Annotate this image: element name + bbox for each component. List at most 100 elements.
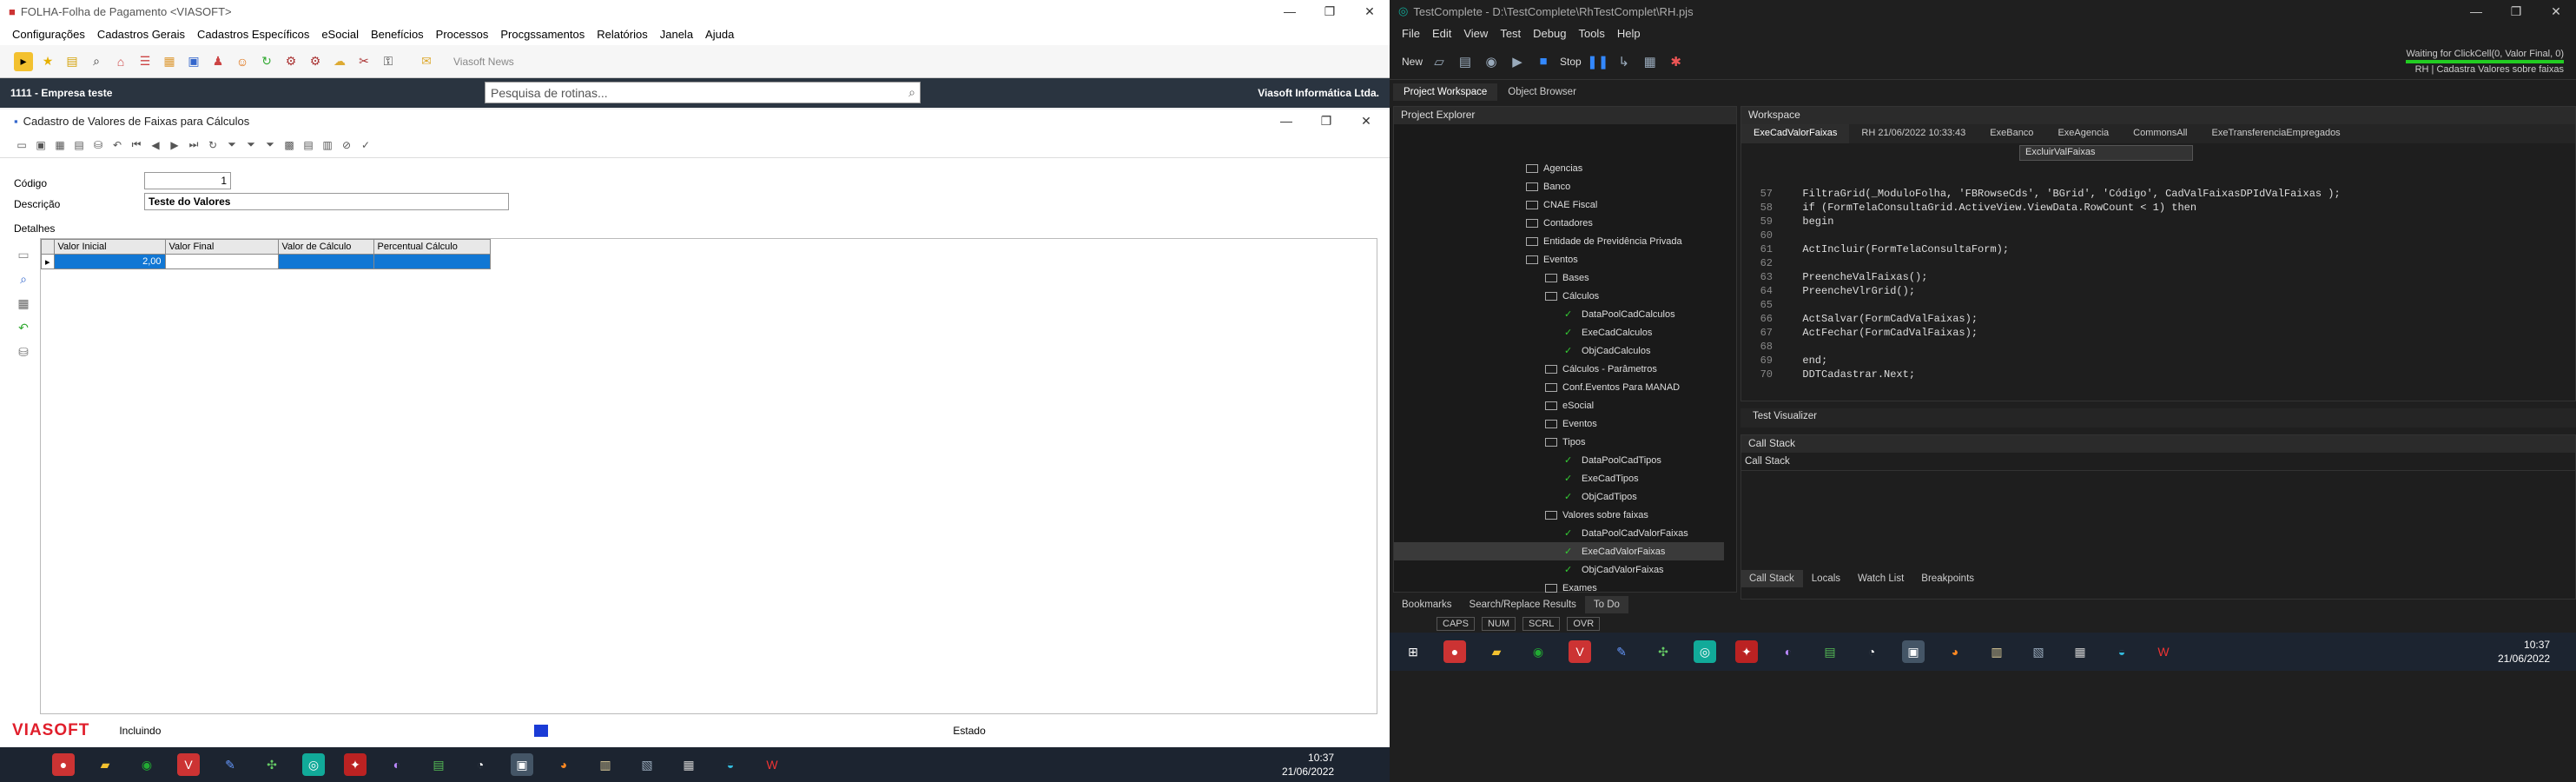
tree-node[interactable]: Contadores bbox=[1394, 214, 1724, 232]
star-icon[interactable]: ★ bbox=[38, 52, 57, 71]
chrome-icon[interactable]: ● bbox=[1443, 640, 1466, 663]
monitor-icon[interactable]: ▥ bbox=[594, 753, 617, 776]
editor-tab[interactable]: CommonsAll bbox=[2121, 124, 2199, 143]
cell-valor-final[interactable] bbox=[164, 254, 279, 269]
menu-item[interactable]: Cadastros Específicos bbox=[197, 28, 309, 41]
col-valor-calculo[interactable]: Valor de Cálculo bbox=[277, 239, 374, 255]
clock-app-icon[interactable]: ◔ bbox=[469, 753, 492, 776]
app-icon-red[interactable]: ✦ bbox=[344, 753, 367, 776]
menu-item[interactable]: Processos bbox=[436, 28, 489, 41]
tree-node[interactable]: Cálculos bbox=[1394, 287, 1724, 305]
toolbar-icon[interactable]: ⛁ bbox=[90, 136, 106, 155]
tc-menu-item[interactable]: Debug bbox=[1533, 27, 1566, 40]
vivaldi-icon[interactable]: V bbox=[177, 753, 200, 776]
tree-node[interactable]: Valores sobre faixas bbox=[1394, 506, 1724, 524]
search-icon[interactable]: ⌕ bbox=[908, 85, 915, 100]
tree-node[interactable]: ✓ ExeCadCalculos bbox=[1394, 323, 1724, 341]
toolbar-icon[interactable]: ✓ bbox=[358, 136, 373, 155]
vivaldi-icon[interactable]: V bbox=[1569, 640, 1591, 663]
editor-tab[interactable]: ExeAgencia bbox=[2045, 124, 2121, 143]
record-icon[interactable]: ◉ bbox=[1482, 52, 1501, 71]
maximize-button[interactable]: ❐ bbox=[1310, 4, 1350, 19]
tree-node[interactable]: ✓ ExeCadTipos bbox=[1394, 469, 1724, 487]
tc-menu-item[interactable]: View bbox=[1463, 27, 1488, 40]
step-icon[interactable]: ↳ bbox=[1615, 52, 1634, 71]
open-icon[interactable]: ▱ bbox=[1430, 52, 1449, 71]
table-row[interactable]: ▸ 2,00 bbox=[41, 254, 491, 269]
notes-icon[interactable]: ▧ bbox=[636, 753, 658, 776]
app-icon-red[interactable]: ✦ bbox=[1735, 640, 1758, 663]
form-close-button[interactable]: ✕ bbox=[1346, 114, 1386, 129]
toolbar-icon[interactable]: ▥ bbox=[320, 136, 335, 155]
tree-node[interactable]: Conf.Eventos Para MANAD bbox=[1394, 378, 1724, 396]
toolbar-icon[interactable]: ▶ bbox=[167, 136, 182, 155]
grid-icon[interactable]: ▦ bbox=[1641, 52, 1660, 71]
toolbar-icon[interactable]: ▩ bbox=[281, 136, 297, 155]
editor-tab[interactable]: ExeTransferenciaEmpregados bbox=[2200, 124, 2353, 143]
calc-icon[interactable]: ▦ bbox=[677, 753, 700, 776]
stop-icon[interactable]: ■ bbox=[1534, 52, 1553, 71]
tree-node[interactable]: ✓ ExeCadValorFaixas bbox=[1394, 542, 1724, 560]
tree-node[interactable]: CNAE Fiscal bbox=[1394, 196, 1724, 214]
col-percentual[interactable]: Percentual Cálculo bbox=[373, 239, 491, 255]
bottom-tab[interactable]: Locals bbox=[1803, 570, 1849, 587]
tree-node[interactable]: ✓ DataPoolCadCalculos bbox=[1394, 305, 1724, 323]
grid-icon[interactable]: ▦ bbox=[14, 294, 33, 313]
tree-node[interactable]: Cálculos - Parâmetros bbox=[1394, 360, 1724, 378]
delete-icon[interactable]: ⛁ bbox=[14, 342, 33, 361]
edge-icon[interactable]: ◒ bbox=[2110, 640, 2133, 663]
form-restore-button[interactable]: ❐ bbox=[1306, 114, 1346, 129]
panel-tab[interactable]: To Do bbox=[1584, 596, 1628, 613]
new-record-icon[interactable]: ▭ bbox=[14, 245, 33, 264]
github-icon[interactable]: ◐ bbox=[1777, 640, 1800, 663]
chrome-icon-2[interactable]: ◉ bbox=[135, 753, 158, 776]
cell-valor-calculo[interactable] bbox=[277, 254, 374, 269]
list-icon[interactable]: ☰ bbox=[135, 52, 155, 71]
tc-close-button[interactable]: ✕ bbox=[2536, 4, 2576, 19]
sheet-icon[interactable]: ▤ bbox=[427, 753, 450, 776]
tab-project-workspace[interactable]: Project Workspace bbox=[1393, 83, 1498, 101]
tree-node[interactable]: Tipos bbox=[1394, 433, 1724, 451]
tc-minimize-button[interactable]: — bbox=[2456, 4, 2496, 19]
users-icon[interactable]: ♟ bbox=[208, 52, 228, 71]
viasoft-task-icon[interactable]: ▣ bbox=[511, 753, 533, 776]
menu-item[interactable]: Relatórios bbox=[597, 28, 648, 41]
gear-icon[interactable]: ⚙ bbox=[281, 52, 301, 71]
sheet-icon[interactable]: ▤ bbox=[1819, 640, 1841, 663]
chrome-icon[interactable]: ● bbox=[52, 753, 75, 776]
toolbar-icon[interactable]: ◀ bbox=[148, 136, 163, 155]
tree-node[interactable]: Entidade de Previdência Privada bbox=[1394, 232, 1724, 250]
tc-menu-item[interactable]: Tools bbox=[1578, 27, 1604, 40]
tc-menu-item[interactable]: File bbox=[1402, 27, 1420, 40]
toolbar-icon[interactable]: ▤ bbox=[71, 136, 87, 155]
tc-menu-item[interactable]: Test bbox=[1500, 27, 1521, 40]
left-clock[interactable]: 10:37 21/06/2022 bbox=[1282, 751, 1334, 779]
tree-node[interactable]: ✓ ObjCadTipos bbox=[1394, 487, 1724, 506]
firefox-icon[interactable]: ◕ bbox=[1944, 640, 1966, 663]
tab-object-browser[interactable]: Object Browser bbox=[1497, 83, 1587, 101]
viasoft-news[interactable]: Viasoft News bbox=[453, 56, 514, 68]
new-button[interactable]: New bbox=[1402, 56, 1423, 68]
panel-tab[interactable]: Search/Replace Results bbox=[1461, 596, 1585, 613]
pen-icon[interactable]: ✎ bbox=[1610, 640, 1633, 663]
toolbar-icon[interactable]: ▭ bbox=[14, 136, 30, 155]
calendar-icon[interactable]: ▣ bbox=[184, 52, 203, 71]
toolbar-icon[interactable]: ↶ bbox=[109, 136, 125, 155]
chrome-icon-2[interactable]: ◉ bbox=[1527, 640, 1549, 663]
cloud-icon[interactable]: ☁ bbox=[330, 52, 349, 71]
refresh-icon[interactable]: ↻ bbox=[257, 52, 276, 71]
menu-item[interactable]: Ajuda bbox=[705, 28, 734, 41]
tree-node[interactable]: ✓ DataPoolCadValorFaixas bbox=[1394, 524, 1724, 542]
tree-node[interactable]: Exames bbox=[1394, 579, 1724, 597]
testcomplete-icon[interactable]: ◎ bbox=[1694, 640, 1716, 663]
tree-node[interactable]: Eventos bbox=[1394, 414, 1724, 433]
tools-icon[interactable]: ✂ bbox=[354, 52, 373, 71]
tree-node[interactable]: ✓ ObjCadValorFaixas bbox=[1394, 560, 1724, 579]
tc-menu-item[interactable]: Edit bbox=[1432, 27, 1451, 40]
tree-node[interactable]: Banco bbox=[1394, 177, 1724, 196]
tab-detalhes[interactable]: Detalhes bbox=[14, 222, 55, 235]
windows-start-icon[interactable]: ⊞ bbox=[1402, 640, 1424, 663]
toolbar-icon[interactable]: ⏷ bbox=[224, 136, 240, 155]
edge-icon[interactable]: ◒ bbox=[719, 753, 742, 776]
menu-item[interactable]: Procgssamentos bbox=[500, 28, 585, 41]
